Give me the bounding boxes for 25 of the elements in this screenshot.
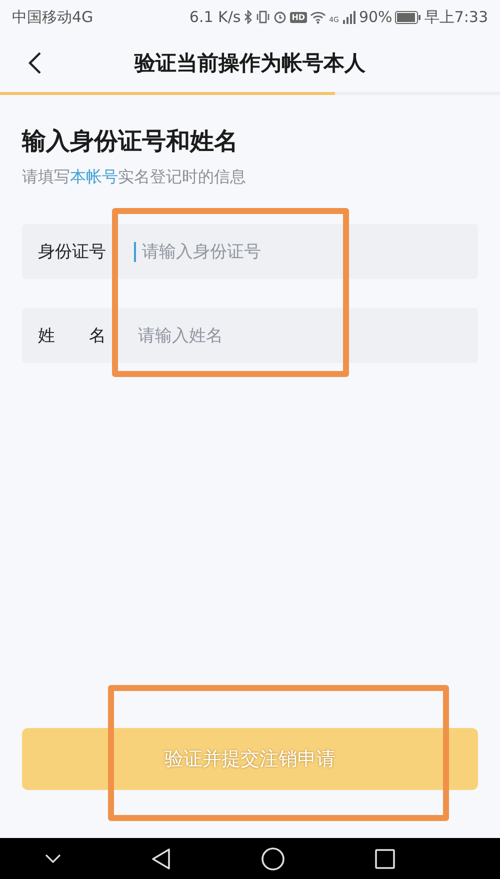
- instruction-text: 请填写本帐号实名登记时的信息: [22, 167, 246, 188]
- recents-icon[interactable]: [375, 848, 395, 868]
- signal-icon: [342, 10, 356, 24]
- field-placeholder: 请输入身份证号: [142, 241, 261, 263]
- field-label: 姓 名: [38, 325, 107, 347]
- collapse-icon[interactable]: [45, 854, 61, 864]
- clock: 早上7:33: [424, 8, 488, 26]
- field-placeholder: 请输入姓名: [138, 325, 223, 347]
- field-label: 身份证号: [38, 241, 107, 263]
- alarm-icon: [272, 10, 287, 24]
- section-heading: 输入身份证号和姓名: [22, 126, 238, 157]
- carrier: 中国移动4G: [12, 8, 94, 26]
- back-nav-icon[interactable]: [151, 848, 171, 870]
- hd-badge: HD: [290, 12, 308, 22]
- battery-icon: [395, 10, 422, 24]
- input-field[interactable]: 身份证号 请输入身份证号: [22, 224, 478, 279]
- bluetooth-icon: [244, 10, 253, 24]
- vibrate-icon: [256, 10, 270, 24]
- page-title: 验证当前操作为帐号本人: [134, 50, 366, 77]
- wifi-icon: [310, 10, 326, 24]
- battery-percent: 90%: [358, 8, 392, 26]
- home-icon[interactable]: [261, 846, 285, 870]
- network-speed: 6.1 K/s: [189, 8, 241, 26]
- back-icon[interactable]: [28, 51, 42, 75]
- input-field[interactable]: 姓 名 请输入姓名: [22, 308, 478, 363]
